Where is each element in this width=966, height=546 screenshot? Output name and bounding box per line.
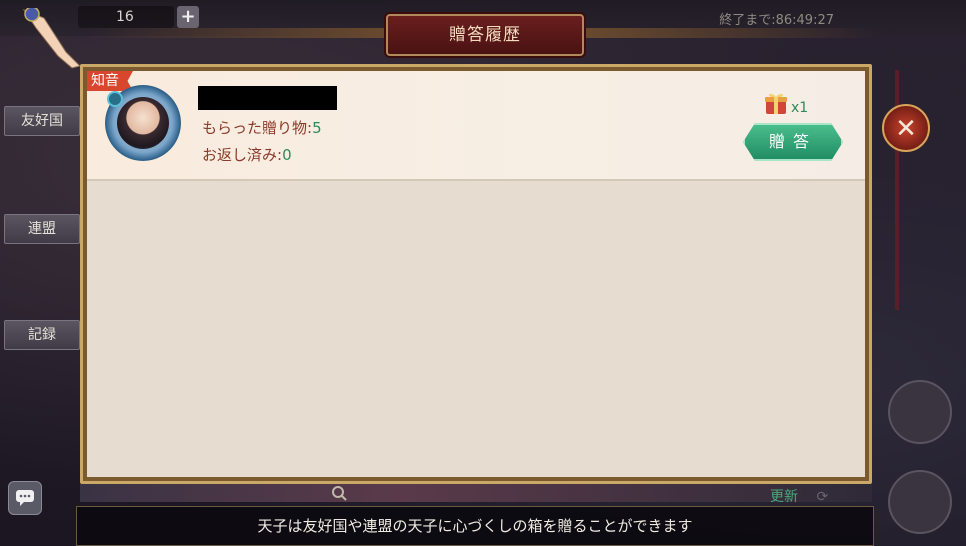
list-item: 知音 もらった贈り物:5 お返し済み:0 x1 贈答 <box>87 71 865 181</box>
gift-count: x1 <box>791 100 809 116</box>
side-feature-icon-2[interactable] <box>888 470 952 534</box>
bottom-toolbar <box>80 484 872 502</box>
side-feature-icon[interactable] <box>888 380 952 444</box>
returned-value: 0 <box>282 146 292 164</box>
sidebar-item-friendly-nation[interactable]: 友好国 <box>4 106 80 136</box>
received-label: もらった贈り物: <box>202 119 313 137</box>
sidebar-item-alliance[interactable]: 連盟 <box>4 214 80 244</box>
resource-counter: 16 <box>78 6 174 28</box>
chat-icon[interactable] <box>8 481 42 515</box>
tutorial-pointer-icon <box>22 8 81 69</box>
gift-history-panel: 知音 もらった贈り物:5 お返し済み:0 x1 贈答 <box>80 64 872 484</box>
refresh-icon: ⟳ <box>816 489 829 505</box>
notice-bar: 天子は友好国や連盟の天子に心づくしの箱を贈ることができます <box>76 506 874 546</box>
notice-text: 天子は友好国や連盟の天子に心づくしの箱を贈ることができます <box>257 517 693 535</box>
chat-bubble-icon <box>16 490 34 506</box>
search-icon[interactable] <box>330 484 350 502</box>
title-ornament-right <box>580 28 880 38</box>
avatar[interactable] <box>117 97 169 149</box>
returned-label: お返し済み: <box>202 146 283 164</box>
returned-gifts-row: お返し済み:0 <box>202 144 292 165</box>
reply-gift-button[interactable]: 贈答 <box>743 123 843 161</box>
title-ornament-left <box>90 28 390 38</box>
panel-content: 知音 もらった贈り物:5 お返し済み:0 x1 贈答 <box>87 71 865 477</box>
received-value: 5 <box>312 119 322 137</box>
avatar-rank-icon <box>107 91 123 107</box>
player-name-redacted <box>198 86 337 110</box>
add-resource-button[interactable]: + <box>177 6 199 28</box>
close-icon[interactable]: ✕ <box>882 104 930 152</box>
gift-box-icon <box>765 93 787 114</box>
page-title: 贈答履歴 <box>386 14 584 56</box>
refresh-button[interactable]: 更新 ⟳ <box>770 486 828 506</box>
received-gifts-row: もらった贈り物:5 <box>202 117 322 138</box>
sidebar-item-records[interactable]: 記録 <box>4 320 80 350</box>
refresh-label: 更新 <box>770 489 798 505</box>
event-timer: 終了まで:86:49:27 <box>719 13 834 28</box>
